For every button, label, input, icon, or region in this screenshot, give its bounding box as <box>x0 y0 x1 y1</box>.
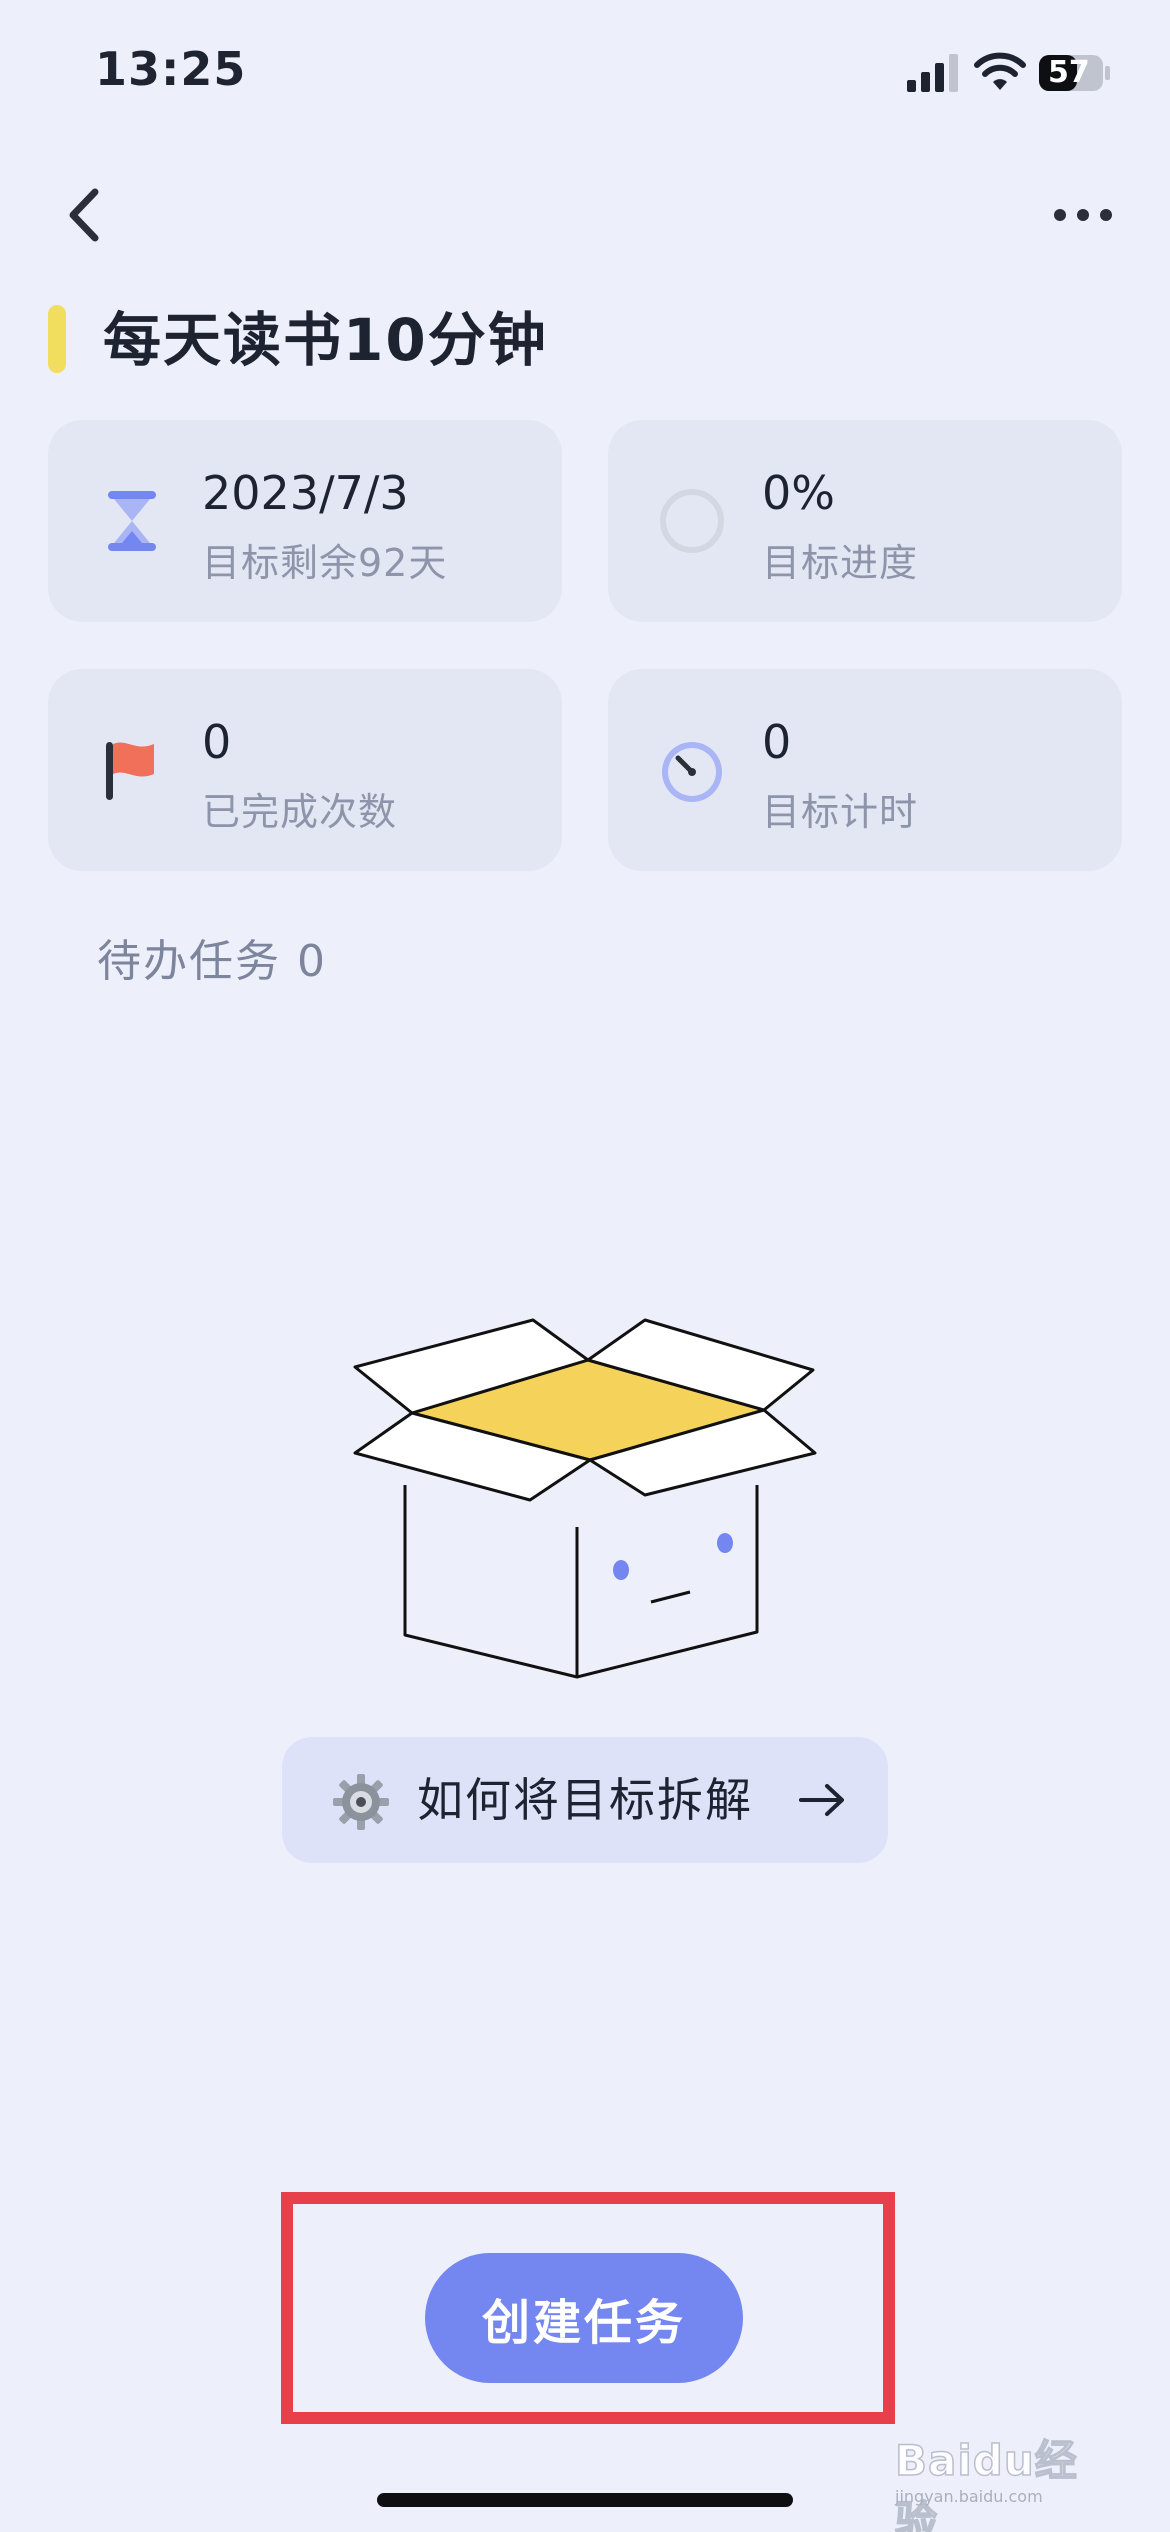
empty-box-icon <box>353 1318 817 1679</box>
pending-tasks-label: 待办任务 0 <box>97 936 327 987</box>
timer-label: 目标计时 <box>762 790 919 834</box>
gear-icon <box>333 1774 389 1830</box>
create-task-button[interactable]: 创建任务 <box>425 2253 743 2383</box>
wifi-icon <box>974 52 1026 90</box>
home-indicator[interactable] <box>377 2493 793 2507</box>
stat-card-deadline[interactable]: 2023/7/3 目标剩余92天 <box>48 420 562 622</box>
completed-label: 已完成次数 <box>202 790 398 834</box>
watermark-text: Baidu经验 <box>894 2435 1078 2532</box>
arrow-right-icon <box>799 1784 844 1816</box>
status-time: 13:25 <box>95 42 247 96</box>
cellular-signal-icon <box>907 54 958 92</box>
navigation-bar <box>0 160 1170 260</box>
completed-count: 0 <box>202 715 232 769</box>
progress-label: 目标进度 <box>762 541 919 585</box>
more-options-button[interactable] <box>1048 185 1118 245</box>
timer-value: 0 <box>762 715 792 769</box>
back-button[interactable] <box>55 180 115 250</box>
stat-card-timer[interactable]: 0 目标计时 <box>608 669 1122 871</box>
goal-header: 每天读书10分钟 <box>48 300 1128 380</box>
page-title: 每天读书10分钟 <box>103 306 548 374</box>
progress-ring-icon <box>660 489 724 553</box>
hourglass-icon <box>108 491 156 551</box>
watermark: Baidu经验 jingyan.baidu.com <box>894 2405 1120 2532</box>
stat-card-completed[interactable]: 0 已完成次数 <box>48 669 562 871</box>
battery-level: 57 <box>1048 55 1090 90</box>
title-accent-bar <box>48 305 66 373</box>
status-bar: 13:25 57 <box>0 0 1170 150</box>
progress-value: 0% <box>762 466 835 520</box>
battery-icon: 57 <box>1038 52 1112 94</box>
stat-card-progress[interactable]: 0% 目标进度 <box>608 420 1122 622</box>
goal-breakdown-guide-link[interactable]: 如何将目标拆解 <box>282 1737 888 1863</box>
deadline-remaining-label: 目标剩余92天 <box>202 541 448 585</box>
watermark-url: jingyan.baidu.com <box>895 2487 1043 2506</box>
deadline-date: 2023/7/3 <box>202 466 409 520</box>
guide-link-label: 如何将目标拆解 <box>417 1773 753 1827</box>
flag-icon <box>106 742 154 800</box>
timer-icon <box>662 742 722 802</box>
